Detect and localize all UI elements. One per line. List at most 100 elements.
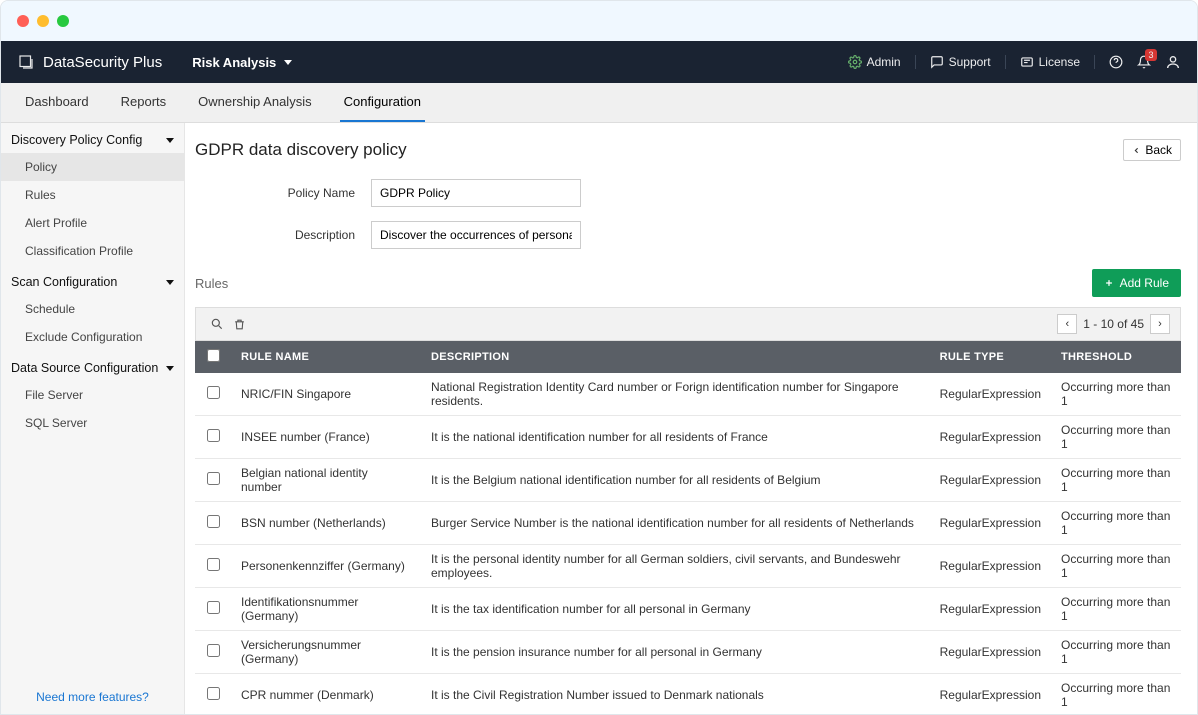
page-title: GDPR data discovery policy [195,140,407,160]
back-button[interactable]: Back [1123,139,1181,161]
minimize-window-icon[interactable] [37,15,49,27]
col-threshold: THRESHOLD [1051,341,1181,373]
row-checkbox[interactable] [207,472,220,485]
cell-rule-type: RegularExpression [930,373,1051,416]
table-row[interactable]: NRIC/FIN SingaporeNational Registration … [195,373,1181,416]
cell-rule-type: RegularExpression [930,631,1051,674]
table-row[interactable]: Belgian national identity numberIt is th… [195,459,1181,502]
brand-icon [17,53,35,71]
cell-rule-type: RegularExpression [930,459,1051,502]
tab-bar: Dashboard Reports Ownership Analysis Config… [1,83,1197,123]
module-selector[interactable]: Risk Analysis [192,55,292,70]
description-input[interactable] [371,221,581,249]
table-row[interactable]: CPR nummer (Denmark)It is the Civil Regi… [195,674,1181,715]
license-link[interactable]: License [1020,55,1080,69]
rules-section-label: Rules [195,276,228,291]
row-checkbox[interactable] [207,687,220,700]
cell-threshold: Occurring more than 1 [1051,588,1181,631]
row-checkbox[interactable] [207,601,220,614]
cell-description: It is the tax identification number for … [421,588,930,631]
next-page-button[interactable]: › [1150,314,1170,334]
top-bar: DataSecurity Plus Risk Analysis Admin Su… [1,41,1197,83]
policy-name-label: Policy Name [235,186,355,200]
cell-description: Burger Service Number is the national id… [421,502,930,545]
sidebar-section-discovery-policy-config[interactable]: Discovery Policy Config [1,123,184,153]
sidebar-item-rules[interactable]: Rules [1,181,184,209]
cell-rule-type: RegularExpression [930,502,1051,545]
brand: DataSecurity Plus [17,53,162,71]
caret-down-icon [166,280,174,285]
maximize-window-icon[interactable] [57,15,69,27]
cell-rule-name: NRIC/FIN Singapore [231,373,421,416]
search-icon[interactable] [206,317,228,331]
rules-page-text: 1 - 10 of 45 [1083,317,1144,331]
sidebar-item-sql-server[interactable]: SQL Server [1,409,184,437]
admin-link[interactable]: Admin [848,55,901,69]
col-rule-type: RULE TYPE [930,341,1051,373]
cell-rule-name: Identifikationsnummer (Germany) [231,588,421,631]
cell-rule-name: CPR nummer (Denmark) [231,674,421,715]
support-label: Support [949,55,991,69]
close-window-icon[interactable] [17,15,29,27]
help-icon [1109,55,1123,69]
sidebar-item-exclude-configuration[interactable]: Exclude Configuration [1,323,184,351]
cell-description: It is the Civil Registration Number issu… [421,674,930,715]
caret-down-icon [166,138,174,143]
table-row[interactable]: Identifikationsnummer (Germany)It is the… [195,588,1181,631]
support-link[interactable]: Support [930,55,991,69]
sidebar: Discovery Policy ConfigPolicyRulesAlert … [1,123,185,715]
license-label: License [1039,55,1080,69]
add-rule-button[interactable]: Add Rule [1092,269,1181,297]
divider [1094,55,1095,69]
cell-rule-type: RegularExpression [930,674,1051,715]
gear-icon [848,55,862,69]
cell-threshold: Occurring more than 1 [1051,631,1181,674]
cell-description: It is the Belgium national identificatio… [421,459,930,502]
col-rule-name: RULE NAME [231,341,421,373]
sidebar-item-classification-profile[interactable]: Classification Profile [1,237,184,265]
notifications-link[interactable]: 3 [1137,55,1151,69]
sidebar-item-schedule[interactable]: Schedule [1,295,184,323]
help-link[interactable] [1109,55,1123,69]
row-checkbox[interactable] [207,644,220,657]
tab-reports[interactable]: Reports [117,83,171,122]
main-content: GDPR data discovery policy Back Policy N… [185,123,1197,715]
user-icon [1165,54,1181,70]
cell-rule-type: RegularExpression [930,588,1051,631]
user-link[interactable] [1165,54,1181,70]
cell-threshold: Occurring more than 1 [1051,502,1181,545]
table-row[interactable]: INSEE number (France)It is the national … [195,416,1181,459]
tab-dashboard[interactable]: Dashboard [21,83,93,122]
cell-rule-name: Personenkennziffer (Germany) [231,545,421,588]
cell-threshold: Occurring more than 1 [1051,674,1181,715]
table-row[interactable]: Versicherungsnummer (Germany)It is the p… [195,631,1181,674]
add-rule-label: Add Rule [1120,276,1169,290]
chat-icon [930,55,944,69]
policy-name-input[interactable] [371,179,581,207]
sidebar-item-policy[interactable]: Policy [1,153,184,181]
tab-configuration[interactable]: Configuration [340,83,425,122]
sidebar-item-file-server[interactable]: File Server [1,381,184,409]
row-checkbox[interactable] [207,515,220,528]
select-all-checkbox[interactable] [207,349,220,362]
table-row[interactable]: Personenkennziffer (Germany)It is the pe… [195,545,1181,588]
row-checkbox[interactable] [207,558,220,571]
row-checkbox[interactable] [207,429,220,442]
cell-description: It is the pension insurance number for a… [421,631,930,674]
prev-page-button[interactable]: ‹ [1057,314,1077,334]
cell-rule-type: RegularExpression [930,416,1051,459]
sidebar-section-data-source-configuration[interactable]: Data Source Configuration [1,351,184,381]
trash-icon[interactable] [228,318,250,331]
sidebar-section-scan-configuration[interactable]: Scan Configuration [1,265,184,295]
cell-rule-type: RegularExpression [930,545,1051,588]
table-row[interactable]: BSN number (Netherlands)Burger Service N… [195,502,1181,545]
admin-label: Admin [867,55,901,69]
cell-threshold: Occurring more than 1 [1051,545,1181,588]
row-checkbox[interactable] [207,386,220,399]
need-more-features-link[interactable]: Need more features? [36,690,149,704]
sidebar-item-alert-profile[interactable]: Alert Profile [1,209,184,237]
brand-text: DataSecurity Plus [43,54,162,71]
col-description: DESCRIPTION [421,341,930,373]
cell-rule-name: BSN number (Netherlands) [231,502,421,545]
tab-ownership-analysis[interactable]: Ownership Analysis [194,83,315,122]
